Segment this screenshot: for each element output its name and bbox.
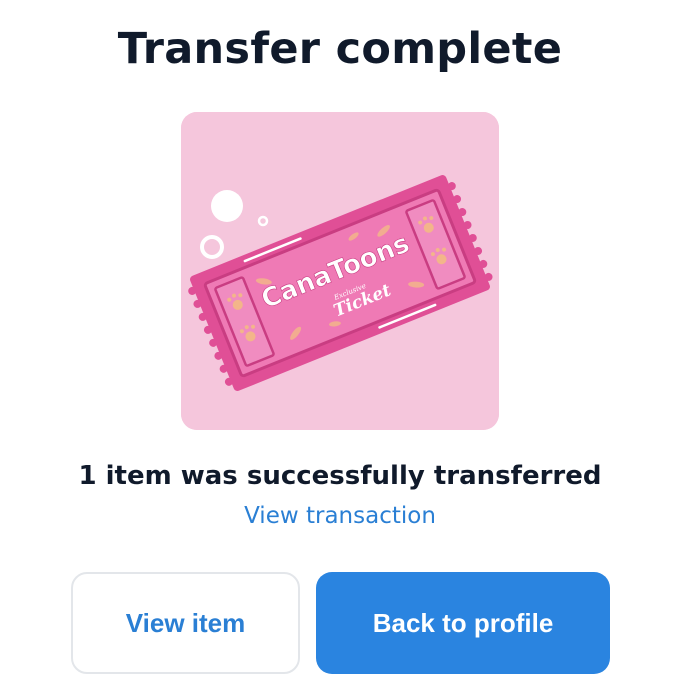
bubble-large bbox=[211, 190, 243, 222]
back-to-profile-button[interactable]: Back to profile bbox=[316, 572, 610, 674]
nft-image-card[interactable]: CanaToons Exclusive Ticket bbox=[181, 112, 499, 430]
page-title: Transfer complete bbox=[117, 24, 563, 74]
canatoons-ticket-image: CanaToons Exclusive Ticket bbox=[181, 112, 499, 430]
success-message: 1 item was successfully transferred bbox=[78, 461, 602, 491]
view-item-button[interactable]: View item bbox=[71, 572, 300, 674]
transfer-complete-screen: Transfer complete CanaToons Exclusive Ti… bbox=[0, 0, 680, 680]
view-transaction-link[interactable]: View transaction bbox=[0, 503, 680, 529]
